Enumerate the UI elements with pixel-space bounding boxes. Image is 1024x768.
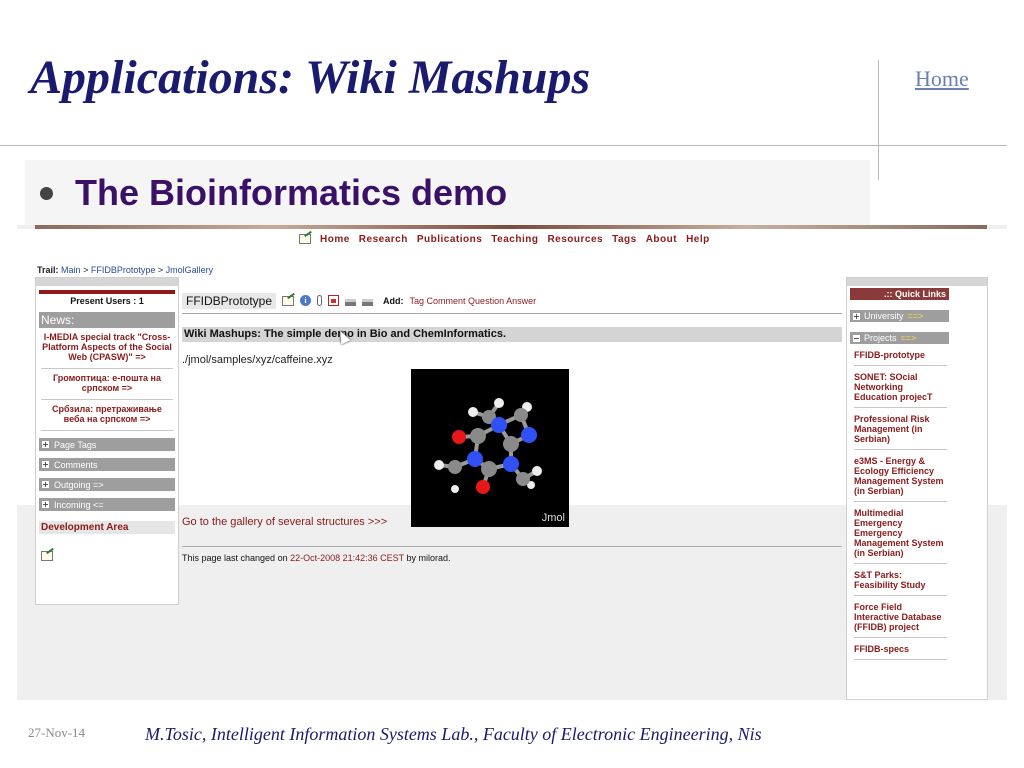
gallery-link[interactable]: Go to the gallery of several structures …	[182, 516, 387, 528]
news-item[interactable]: Србзила: претраживање веба на српском =>	[41, 404, 173, 431]
dev-edit-wrap	[41, 548, 178, 566]
breadcrumb-main[interactable]: Main	[61, 265, 81, 275]
nav-item-teaching[interactable]: Teaching	[491, 234, 538, 245]
content-divider	[182, 313, 842, 314]
last-changed: This page last changed on 22-Oct-2008 21…	[182, 553, 451, 563]
right-sidebar: .:: Quick Links University ==> Projects …	[846, 277, 988, 700]
slide-title: Applications: Wiki Mashups	[30, 51, 591, 104]
sidebar-item-projects[interactable]: Projects ==>	[850, 332, 949, 344]
breadcrumb-jmolgallery[interactable]: JmolGallery	[166, 265, 214, 275]
pdf-icon[interactable]	[328, 295, 340, 306]
section-outgoing[interactable]: Outgoing =>	[39, 478, 175, 491]
breadcrumb-separator: >	[157, 265, 164, 275]
present-users: Present Users : 1	[39, 290, 175, 309]
horizontal-divider	[0, 145, 1007, 146]
content-headline: Wiki Mashups: The simple demo in Bio and…	[182, 327, 842, 342]
section-label: Comments	[54, 459, 98, 470]
news-item[interactable]: Громоптица: е-пошта на српском =>	[41, 373, 173, 400]
section-label: Outgoing =>	[54, 479, 104, 490]
project-link[interactable]: Force Field Interactive Database (FFIDB)…	[854, 596, 947, 638]
bullet-dot-icon	[40, 187, 53, 200]
file-path: ./jmol/samples/xyz/caffeine.xyz	[182, 354, 333, 366]
page-title-row: FFIDBPrototype i Add: Tag Comment Questi…	[182, 292, 536, 309]
news-heading: News:	[39, 312, 175, 328]
edit-icon[interactable]	[299, 234, 311, 244]
projects-label: Projects	[864, 333, 897, 343]
project-link[interactable]: S&T Parks: Feasibility Study	[854, 564, 947, 596]
project-link[interactable]: SONET: SOcial Networking Education proje…	[854, 366, 947, 408]
info-icon[interactable]: i	[300, 295, 312, 306]
edit-icon[interactable]	[282, 295, 295, 306]
projects-arrow: ==>	[900, 333, 917, 343]
top-navigation: Home Research Publications Teaching Reso…	[299, 229, 710, 249]
breadcrumb-separator: >	[83, 265, 89, 275]
expand-icon[interactable]	[42, 461, 49, 468]
vertical-divider	[878, 60, 879, 180]
sidebar-cap	[847, 278, 987, 286]
print-icon[interactable]	[345, 298, 357, 306]
nav-item-research[interactable]: Research	[359, 234, 408, 245]
expand-icon[interactable]	[42, 501, 49, 508]
collapse-icon[interactable]	[853, 334, 860, 342]
nav-item-help[interactable]: Help	[686, 234, 710, 245]
section-label: Incoming <=	[54, 499, 104, 510]
quick-links-heading: .:: Quick Links	[850, 288, 949, 300]
nav-item-tags[interactable]: Tags	[612, 234, 637, 245]
project-link[interactable]: Multimedial Emergency Emergency Manageme…	[854, 502, 947, 564]
caffeine-molecule-icon	[434, 398, 542, 494]
sidebar-cap	[36, 278, 178, 286]
jmol-label: Jmol	[541, 512, 565, 524]
project-link[interactable]: e3MS - Energy & Ecology Efficiency Manag…	[854, 450, 947, 502]
footer-divider	[182, 546, 842, 547]
last-changed-date[interactable]: 22-Oct-2008 21:42:36 CEST	[290, 553, 404, 563]
nav-item-home[interactable]: Home	[320, 234, 350, 245]
home-link[interactable]: Home	[915, 66, 969, 92]
project-link[interactable]: FFIDB-specs	[854, 638, 947, 660]
university-label: University	[864, 311, 904, 321]
section-incoming[interactable]: Incoming <=	[39, 498, 175, 511]
wiki-screenshot: Home Research Publications Teaching Reso…	[17, 225, 1007, 700]
footer-credit: M.Tosic, Intelligent Information Systems…	[145, 724, 762, 744]
project-link[interactable]: Professional Risk Management (in Serbian…	[854, 408, 947, 450]
expand-icon[interactable]	[42, 441, 49, 448]
printer-icon[interactable]	[362, 298, 374, 306]
project-link[interactable]: FFIDB-prototype	[854, 344, 947, 366]
nav-item-about[interactable]: About	[646, 234, 677, 245]
breadcrumb: Trail: Main > FFIDBPrototype > JmolGalle…	[37, 265, 213, 275]
development-area[interactable]: Development Area	[39, 521, 175, 534]
jmol-viewer[interactable]: Jmol	[411, 369, 569, 527]
last-changed-suffix: by milorad.	[406, 553, 451, 563]
nav-item-publications[interactable]: Publications	[417, 234, 482, 245]
expand-icon[interactable]	[853, 312, 860, 320]
expand-icon[interactable]	[42, 481, 49, 488]
add-links[interactable]: Tag Comment Question Answer	[410, 296, 537, 306]
sidebar-item-university[interactable]: University ==>	[850, 310, 949, 322]
bullet-heading: The Bioinformatics demo	[75, 172, 508, 213]
breadcrumb-ffidbprototype[interactable]: FFIDBPrototype	[91, 265, 156, 275]
page-title: FFIDBPrototype	[182, 292, 277, 309]
nav-item-resources[interactable]: Resources	[547, 234, 603, 245]
university-arrow: ==>	[907, 311, 924, 321]
section-page-tags[interactable]: Page Tags	[39, 438, 175, 451]
add-label: Add:	[383, 295, 404, 306]
section-comments[interactable]: Comments	[39, 458, 175, 471]
edit-icon[interactable]	[41, 551, 53, 561]
footer-date: 27-Nov-14	[28, 725, 86, 740]
attachment-icon[interactable]	[317, 295, 323, 306]
last-changed-prefix: This page last changed on	[182, 553, 288, 563]
news-item[interactable]: I-MEDIA special track "Cross-Platform As…	[41, 332, 173, 369]
breadcrumb-label: Trail:	[37, 265, 59, 275]
section-label: Page Tags	[54, 439, 97, 450]
left-sidebar: Present Users : 1 News: I-MEDIA special …	[35, 277, 179, 605]
